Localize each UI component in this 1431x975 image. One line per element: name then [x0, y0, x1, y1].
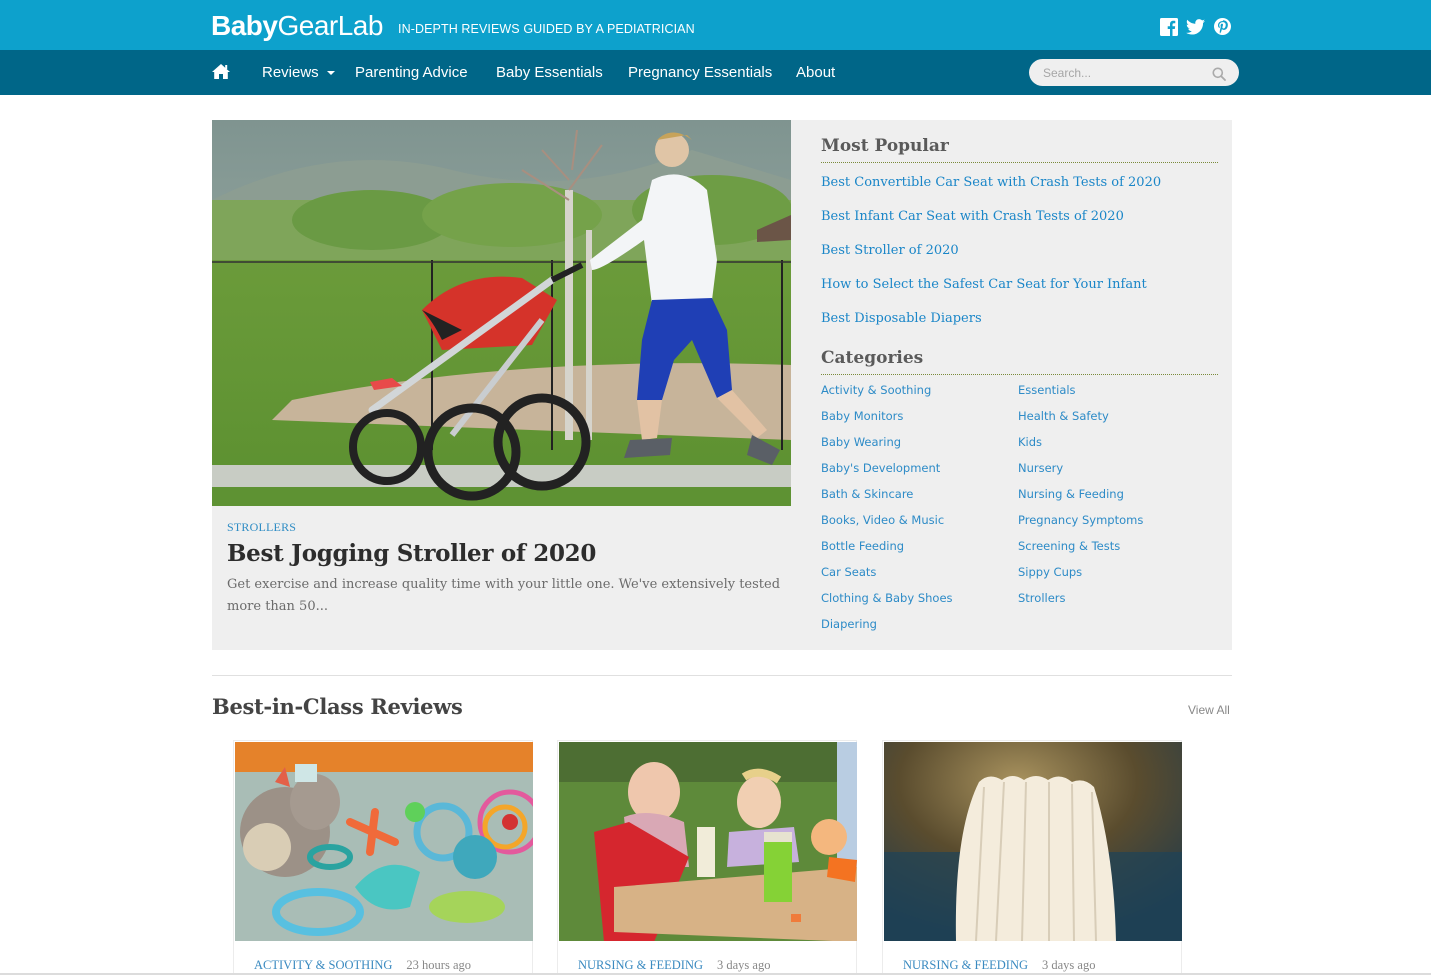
category-link[interactable]: Baby Wearing: [821, 434, 901, 450]
top-bar: BabyGearLab IN-DEPTH REVIEWS GUIDED BY A…: [0, 0, 1431, 50]
nav-parenting-advice[interactable]: Parenting Advice: [355, 63, 468, 83]
tagline: IN-DEPTH REVIEWS GUIDED BY A PEDIATRICIA…: [398, 22, 695, 36]
category-link[interactable]: Sippy Cups: [1018, 564, 1082, 580]
section-divider: [212, 675, 1232, 676]
category-link[interactable]: Baby Monitors: [821, 408, 903, 424]
card-image[interactable]: [884, 742, 1182, 941]
nav-about[interactable]: About: [796, 63, 835, 83]
facebook-icon[interactable]: [1159, 17, 1178, 36]
nav-reviews[interactable]: Reviews: [262, 63, 335, 83]
category-link[interactable]: Books, Video & Music: [821, 512, 944, 528]
popular-link[interactable]: Best Convertible Car Seat with Crash Tes…: [821, 174, 1161, 192]
card-image[interactable]: [235, 742, 533, 941]
popular-link[interactable]: How to Select the Safest Car Seat for Yo…: [821, 276, 1147, 294]
card-timestamp: 23 hours ago: [406, 958, 471, 972]
card-timestamp: 3 days ago: [1042, 958, 1096, 972]
category-link[interactable]: Diapering: [821, 616, 877, 632]
card-meta: ACTIVITY & SOOTHING 23 hours ago: [254, 954, 471, 973]
caret-down-icon: [326, 71, 335, 76]
nav-pregnancy-essentials[interactable]: Pregnancy Essentials: [628, 63, 772, 83]
category-link[interactable]: Health & Safety: [1018, 408, 1109, 424]
featured-article: STROLLERS Best Jogging Stroller of 2020 …: [212, 120, 1232, 650]
category-link[interactable]: Nursing & Feeding: [1018, 486, 1124, 502]
nav-reviews-label: Reviews: [262, 64, 319, 81]
card-timestamp: 3 days ago: [717, 958, 771, 972]
card-category[interactable]: NURSING & FEEDING: [903, 958, 1028, 972]
category-link[interactable]: Bottle Feeding: [821, 538, 904, 554]
nav-baby-essentials[interactable]: Baby Essentials: [496, 63, 603, 83]
card-category[interactable]: ACTIVITY & SOOTHING: [254, 958, 392, 972]
category-link[interactable]: Clothing & Baby Shoes: [821, 590, 953, 606]
category-link[interactable]: Nursery: [1018, 460, 1063, 476]
category-link[interactable]: Screening & Tests: [1018, 538, 1120, 554]
search-input[interactable]: [1043, 64, 1203, 81]
pinterest-icon[interactable]: [1213, 17, 1232, 36]
card-meta: NURSING & FEEDING 3 days ago: [578, 954, 770, 973]
category-link[interactable]: Kids: [1018, 434, 1042, 450]
popular-link[interactable]: Best Disposable Diapers: [821, 310, 982, 328]
view-all-link[interactable]: View All: [1188, 703, 1230, 717]
category-link[interactable]: Activity & Soothing: [821, 382, 931, 398]
category-link[interactable]: Baby's Development: [821, 460, 940, 476]
review-card[interactable]: NURSING & FEEDING 3 days ago: [557, 740, 857, 975]
search-icon[interactable]: [1212, 66, 1226, 81]
category-link[interactable]: Essentials: [1018, 382, 1076, 398]
review-card[interactable]: ACTIVITY & SOOTHING 23 hours ago: [233, 740, 533, 975]
category-link[interactable]: Pregnancy Symptoms: [1018, 512, 1143, 528]
most-popular-heading: Most Popular: [821, 134, 1218, 163]
twitter-icon[interactable]: [1186, 17, 1205, 36]
card-image[interactable]: [559, 742, 857, 941]
popular-link[interactable]: Best Infant Car Seat with Crash Tests of…: [821, 208, 1124, 226]
category-link[interactable]: Strollers: [1018, 590, 1066, 606]
featured-description: Get exercise and increase quality time w…: [227, 577, 781, 614]
search-box: [1029, 59, 1239, 86]
featured-category[interactable]: STROLLERS: [227, 520, 296, 535]
category-link[interactable]: Bath & Skincare: [821, 486, 913, 502]
card-category[interactable]: NURSING & FEEDING: [578, 958, 703, 972]
featured-title[interactable]: Best Jogging Stroller of 2020: [227, 538, 596, 570]
review-card[interactable]: NURSING & FEEDING 3 days ago: [882, 740, 1182, 975]
logo-bold: Baby: [211, 10, 278, 41]
popular-link[interactable]: Best Stroller of 2020: [821, 242, 959, 260]
best-in-class-heading: Best-in-Class Reviews: [212, 694, 463, 719]
home-icon[interactable]: [211, 63, 231, 81]
logo-light: GearLab: [277, 10, 383, 41]
category-link[interactable]: Car Seats: [821, 564, 876, 580]
site-logo[interactable]: BabyGearLab: [211, 9, 383, 43]
featured-image[interactable]: [212, 120, 791, 506]
card-meta: NURSING & FEEDING 3 days ago: [903, 954, 1095, 973]
categories-heading: Categories: [821, 346, 1218, 375]
